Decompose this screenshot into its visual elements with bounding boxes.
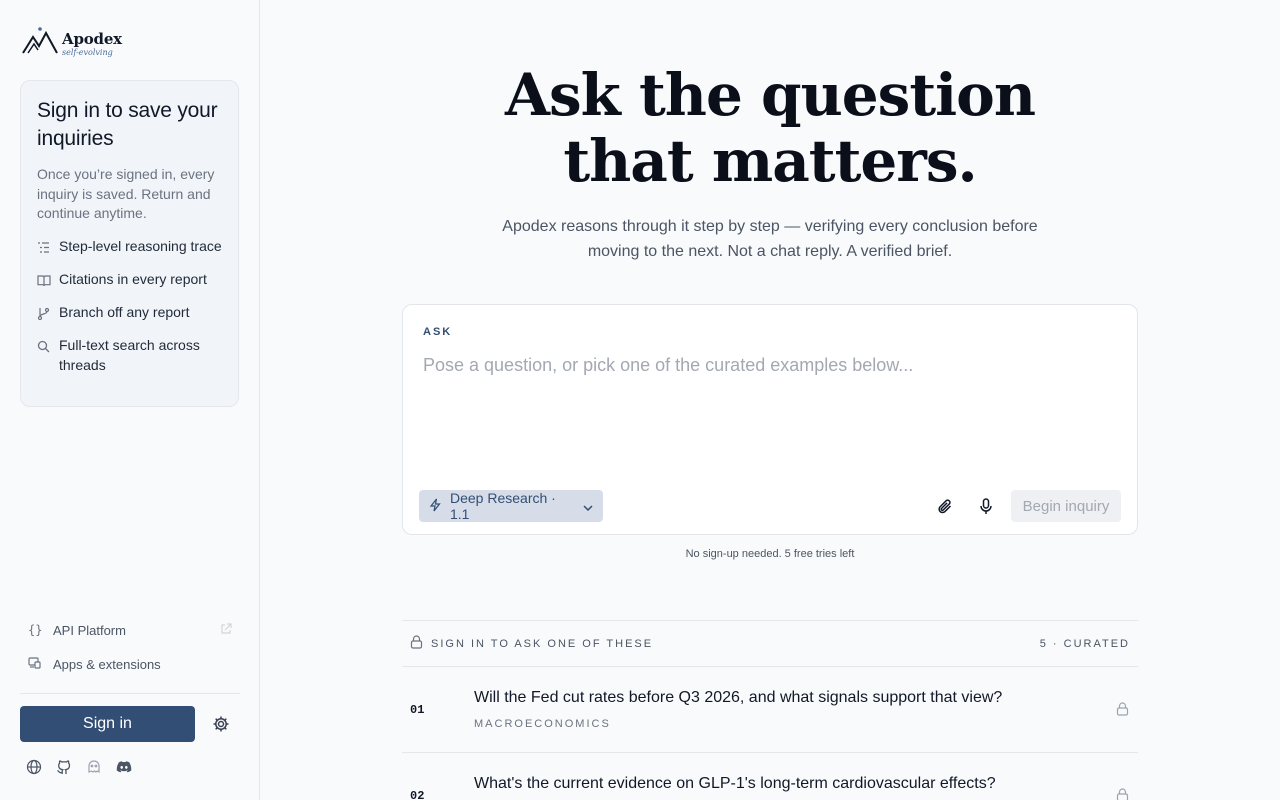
social-links	[26, 759, 132, 780]
example-number: 01	[410, 703, 425, 717]
brand-name: Apodex	[62, 30, 122, 48]
question-input[interactable]	[423, 355, 1113, 376]
feature-item: Step-level reasoning trace	[37, 236, 222, 259]
ask-composer: ASK Deep Research · 1.1 Begin inquiry	[402, 304, 1138, 535]
hero-title: Ask the question that matters.	[400, 62, 1140, 194]
github-icon[interactable]	[56, 759, 72, 780]
lock-icon	[1116, 702, 1129, 721]
globe-icon[interactable]	[26, 759, 42, 780]
lock-icon	[1116, 788, 1129, 800]
paperclip-icon[interactable]	[937, 498, 953, 520]
example-question: Will the Fed cut rates before Q3 2026, a…	[474, 689, 1003, 706]
brand-tagline: self-evolving	[62, 48, 113, 57]
example-row[interactable]: 01 Will the Fed cut rates before Q3 2026…	[402, 667, 1138, 753]
sidebar: Apodex self-evolving Sign in to save you…	[0, 0, 260, 800]
sidebar-link-apps-extensions[interactable]: Apps & extensions	[28, 654, 232, 674]
examples-header-label: SIGN IN TO ASK ONE OF THESE	[431, 637, 654, 650]
signin-promo-card: Sign in to save your inquiries Once you’…	[20, 80, 239, 407]
feature-label: Step-level reasoning trace	[59, 237, 222, 254]
microphone-icon[interactable]	[979, 498, 993, 520]
gear-icon[interactable]	[212, 715, 230, 738]
external-link-icon	[220, 622, 232, 638]
hero-subtitle: Apodex reasons through it step by step —…	[502, 218, 1038, 260]
feature-item: Citations in every report	[37, 269, 222, 292]
model-label: Deep Research · 1.1	[450, 490, 556, 522]
search-icon	[37, 338, 51, 375]
model-selector[interactable]: Deep Research · 1.1	[419, 490, 603, 522]
feature-label: Citations in every report	[59, 270, 207, 287]
hero-title-line1: Ask the question	[504, 61, 1036, 129]
begin-inquiry-button[interactable]: Begin inquiry	[1011, 490, 1121, 522]
list-steps-icon	[37, 239, 51, 259]
sidebar-link-label: API Platform	[53, 622, 126, 638]
lock-icon	[410, 635, 423, 652]
devices-icon	[28, 656, 42, 672]
sidebar-links: {} API Platform Apps & extensions	[28, 620, 232, 688]
brand-logo[interactable]: Apodex self-evolving	[22, 26, 122, 57]
examples-header: SIGN IN TO ASK ONE OF THESE 5 · CURATED	[402, 621, 1138, 667]
curated-examples: SIGN IN TO ASK ONE OF THESE 5 · CURATED …	[402, 620, 1138, 800]
example-number: 02	[410, 789, 425, 800]
examples-count: 5 · CURATED	[1039, 637, 1130, 650]
signin-card-description: Once you’re signed in, every inquiry is …	[37, 166, 215, 221]
sidebar-link-api-platform[interactable]: {} API Platform	[28, 620, 232, 640]
example-category: MACROECONOMICS	[474, 718, 611, 730]
git-branch-icon	[37, 305, 51, 325]
feature-item: Branch off any report	[37, 302, 222, 325]
hero-title-line2: that matters.	[563, 127, 977, 195]
discord-icon[interactable]	[116, 759, 132, 780]
braces-icon: {}	[28, 623, 43, 637]
book-open-icon	[37, 272, 51, 292]
sign-in-button[interactable]: Sign in	[20, 706, 195, 742]
bot-icon[interactable]	[86, 759, 102, 780]
chevron-down-icon	[583, 498, 593, 514]
bolt-icon	[429, 498, 442, 515]
sidebar-link-label: Apps & extensions	[53, 656, 161, 672]
example-question: What's the current evidence on GLP-1's l…	[474, 775, 996, 792]
feature-list: Step-level reasoning trace Citations in …	[37, 236, 222, 375]
mountain-logo-icon	[22, 27, 58, 54]
sidebar-divider	[20, 693, 240, 694]
example-row[interactable]: 02 What's the current evidence on GLP-1'…	[402, 753, 1138, 800]
signin-card-title: Sign in to save your inquiries	[37, 99, 218, 150]
ask-label: ASK	[423, 326, 453, 338]
feature-label: Branch off any report	[59, 303, 190, 320]
feature-label: Full-text search across threads	[59, 336, 200, 373]
feature-item: Full-text search across threads	[37, 335, 222, 375]
free-tries-note: No sign-up needed. 5 free tries left	[685, 548, 855, 560]
